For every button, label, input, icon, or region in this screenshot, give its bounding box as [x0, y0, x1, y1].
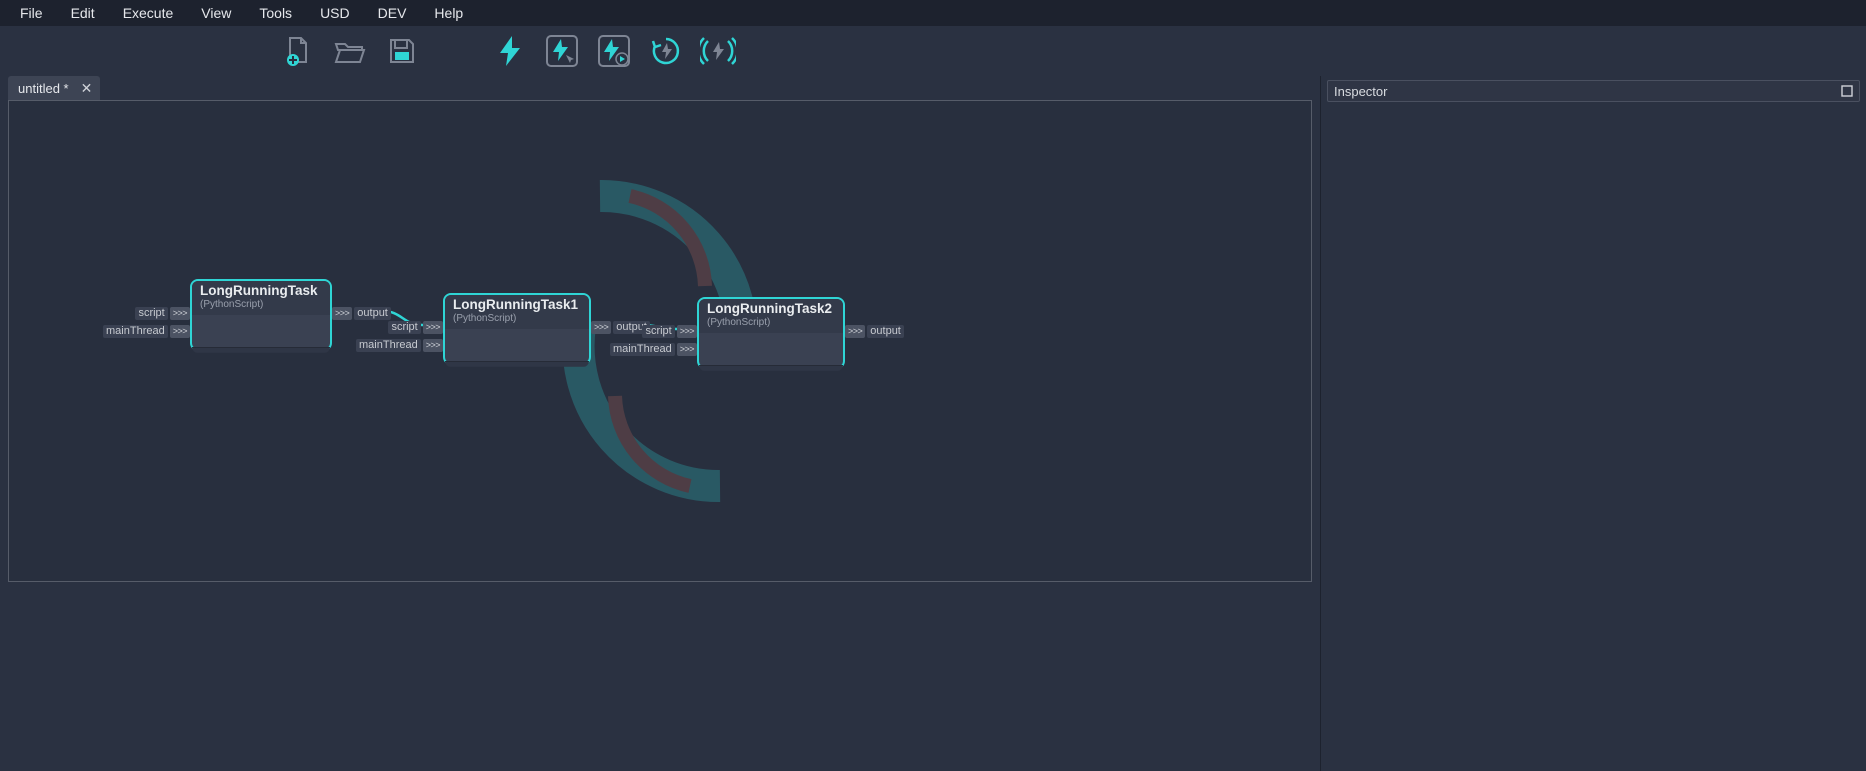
maximize-icon[interactable]: [1841, 85, 1853, 97]
port-pin-icon: >>>: [677, 325, 697, 338]
node-header[interactable]: LongRunningTask(PythonScript): [192, 281, 330, 315]
node-header[interactable]: LongRunningTask1(PythonScript): [445, 295, 589, 329]
node-title: LongRunningTask2: [707, 302, 835, 317]
node-body: [445, 329, 589, 361]
node-canvas[interactable]: LongRunningTask(PythonScript)script>>>ma…: [8, 100, 1312, 582]
port-pin-icon: >>>: [423, 339, 443, 352]
menu-item-execute[interactable]: Execute: [111, 3, 186, 23]
inspector-title: Inspector: [1334, 84, 1387, 99]
port-pin-icon: >>>: [845, 325, 865, 338]
input-port[interactable]: mainThread>>>: [356, 338, 443, 353]
save-file-icon: [388, 37, 416, 65]
node-title: LongRunningTask1: [453, 298, 581, 313]
port-pin-icon: >>>: [170, 325, 190, 338]
port-label: mainThread: [103, 325, 168, 338]
execute-button[interactable]: [492, 33, 528, 69]
port-label: mainThread: [356, 339, 421, 352]
output-port[interactable]: output>>>: [332, 306, 391, 321]
execute-refresh-button[interactable]: [648, 33, 684, 69]
tab-bar: untitled * ✕: [0, 76, 1320, 100]
menu-item-help[interactable]: Help: [422, 3, 475, 23]
port-pin-icon: >>>: [423, 321, 443, 334]
document-tab[interactable]: untitled * ✕: [8, 76, 100, 100]
menu-item-file[interactable]: File: [8, 3, 55, 23]
node-body: [192, 315, 330, 347]
node-subtitle: (PythonScript): [453, 313, 581, 324]
open-folder-button[interactable]: [332, 33, 368, 69]
input-port[interactable]: mainThread>>>: [610, 342, 697, 357]
tab-title: untitled *: [18, 81, 69, 96]
output-ports: output>>>: [330, 306, 391, 321]
port-pin-icon: >>>: [677, 343, 697, 356]
execute-broadcast-button[interactable]: [700, 33, 736, 69]
new-file-button[interactable]: [280, 33, 316, 69]
node-header[interactable]: LongRunningTask2(PythonScript): [699, 299, 843, 333]
graph-node[interactable]: LongRunningTask1(PythonScript)script>>>m…: [443, 293, 591, 365]
port-pin-icon: >>>: [591, 321, 611, 334]
port-label: output: [354, 307, 391, 320]
inspector-header[interactable]: Inspector: [1327, 80, 1860, 102]
menu-item-tools[interactable]: Tools: [247, 3, 304, 23]
node-footer: [192, 347, 330, 353]
bolt-refresh-icon: [650, 35, 682, 67]
save-file-button[interactable]: [384, 33, 420, 69]
node-title: LongRunningTask: [200, 284, 322, 299]
bolt-icon: [497, 35, 523, 67]
new-file-icon: [283, 36, 313, 66]
menubar: FileEditExecuteViewToolsUSDDEVHelp: [0, 0, 1866, 26]
input-ports: script>>>mainThread>>>: [356, 320, 445, 353]
port-pin-icon: >>>: [332, 307, 352, 320]
output-port[interactable]: output>>>: [845, 324, 904, 339]
node-subtitle: (PythonScript): [200, 299, 322, 310]
graph-node[interactable]: LongRunningTask2(PythonScript)script>>>m…: [697, 297, 845, 369]
input-port[interactable]: mainThread>>>: [103, 324, 190, 339]
input-port[interactable]: script>>>: [642, 324, 697, 339]
close-icon[interactable]: ✕: [81, 81, 93, 95]
canvas-wrap: LongRunningTask(PythonScript)script>>>ma…: [0, 100, 1320, 771]
input-ports: script>>>mainThread>>>: [103, 306, 192, 339]
open-folder-icon: [334, 36, 366, 66]
graph-node[interactable]: LongRunningTask(PythonScript)script>>>ma…: [190, 279, 332, 351]
inspector-panel: Inspector: [1320, 76, 1866, 771]
editor-pane: untitled * ✕ LongRunningTask(PythonScrip…: [0, 76, 1320, 771]
main-content: untitled * ✕ LongRunningTask(PythonScrip…: [0, 76, 1866, 771]
bolt-cursor-icon: [546, 35, 578, 67]
node-subtitle: (PythonScript): [707, 317, 835, 328]
node-footer: [445, 361, 589, 367]
port-label: script: [388, 321, 420, 334]
menu-item-view[interactable]: View: [189, 3, 243, 23]
execute-step-button[interactable]: [596, 33, 632, 69]
menu-item-edit[interactable]: Edit: [59, 3, 107, 23]
output-ports: output>>>: [843, 324, 904, 339]
bolt-play-icon: [598, 35, 630, 67]
bolt-broadcast-icon: [700, 35, 736, 67]
node-footer: [699, 365, 843, 371]
menu-item-usd[interactable]: USD: [308, 3, 362, 23]
execute-selection-button[interactable]: [544, 33, 580, 69]
input-port[interactable]: script>>>: [135, 306, 190, 321]
toolbar: [0, 26, 1866, 76]
port-pin-icon: >>>: [170, 307, 190, 320]
menu-item-dev[interactable]: DEV: [366, 3, 419, 23]
port-label: output: [867, 325, 904, 338]
port-label: mainThread: [610, 343, 675, 356]
inspector-body: [1321, 106, 1866, 771]
input-port[interactable]: script>>>: [388, 320, 443, 335]
input-ports: script>>>mainThread>>>: [610, 324, 699, 357]
port-label: script: [642, 325, 674, 338]
node-body: [699, 333, 843, 365]
port-label: script: [135, 307, 167, 320]
